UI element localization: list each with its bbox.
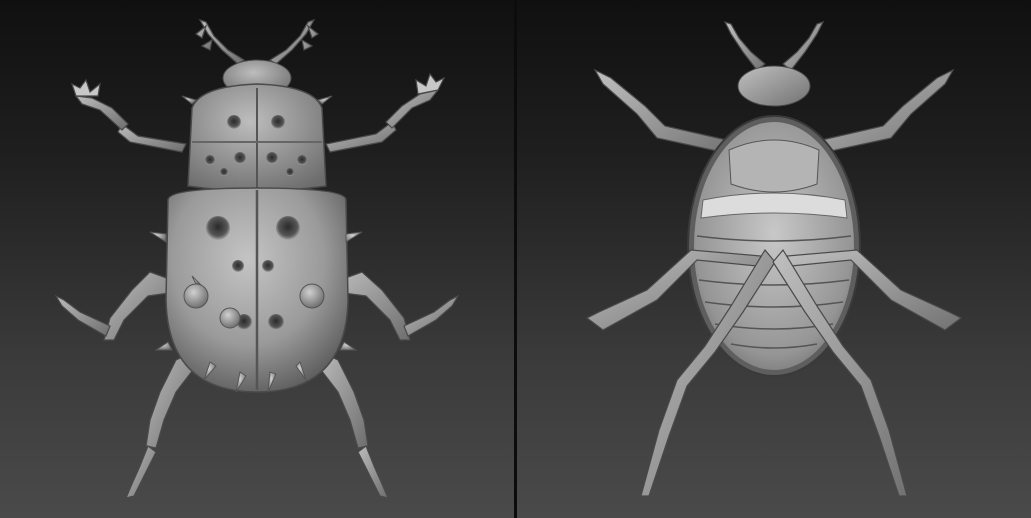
hind-right-leg <box>317 351 390 499</box>
hind-left-leg <box>124 351 197 499</box>
dorsal-view-panel <box>0 0 514 518</box>
ventral-head <box>737 65 811 107</box>
front-right-leg <box>325 72 446 153</box>
middle-left-leg <box>54 271 177 341</box>
ventral-view-panel <box>517 0 1031 518</box>
beetle-ventral-render <box>585 20 963 497</box>
ventral-mandibles <box>723 20 825 71</box>
mandibles <box>194 18 320 65</box>
front-left-leg <box>70 78 187 153</box>
beetle-dorsal-render <box>54 18 460 499</box>
middle-right-leg <box>335 271 460 341</box>
render-stage <box>0 0 1031 518</box>
